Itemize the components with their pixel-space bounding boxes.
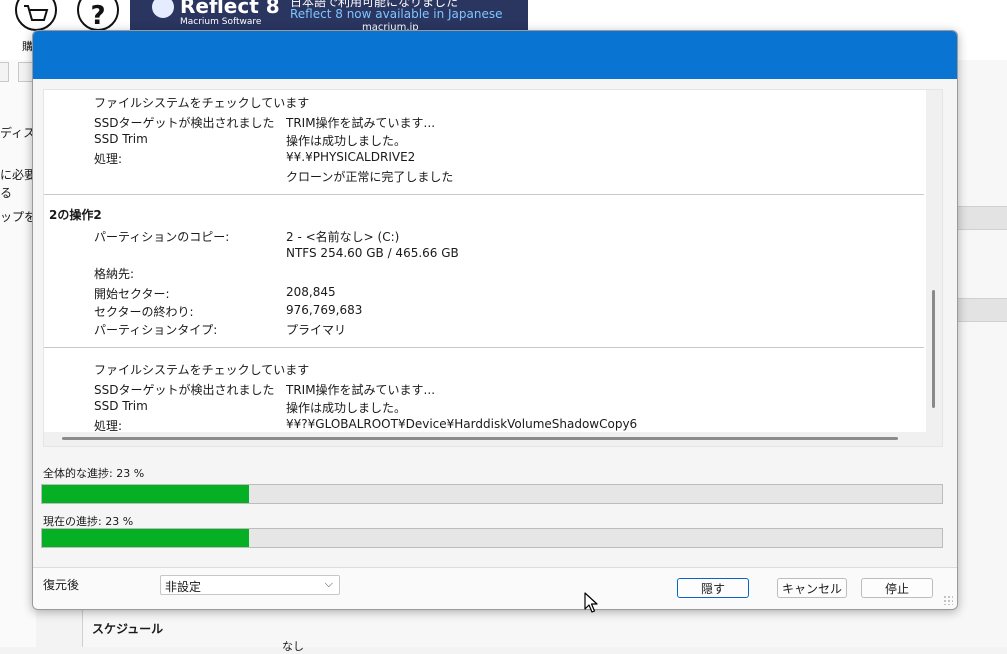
log-text: ファイルシステムをチェックしています xyxy=(94,363,310,377)
log-key: 開始セクター: xyxy=(94,287,170,301)
log-value: TRIM操作を試みています... xyxy=(286,116,436,130)
log-row: SSDターゲットが検出されました TRIM操作を試みています... xyxy=(44,379,926,397)
log-value: 976,769,683 xyxy=(286,303,363,317)
svg-text:?: ? xyxy=(90,1,105,31)
background-text: ップを xyxy=(0,210,37,224)
log-row: 格納先: xyxy=(44,263,926,281)
log-divider xyxy=(44,347,924,348)
operation-heading: 2の操作2 xyxy=(49,208,102,222)
log-row: 処理: ¥¥.¥PHYSICALDRIVE2 xyxy=(44,148,926,166)
current-progress-label: 現在の進捗: 23 % xyxy=(43,515,134,528)
log-value: ¥¥.¥PHYSICALDRIVE2 xyxy=(286,150,416,164)
clone-progress-dialog: ファイルシステムをチェックしています SSDターゲットが検出されました TRIM… xyxy=(32,30,958,610)
log-key: SSDターゲットが検出されました xyxy=(94,116,275,130)
log-row: ファイルシステムをチェックしています xyxy=(44,359,926,377)
background-left-panel xyxy=(0,60,36,647)
log-horizontal-scroll-thumb[interactable] xyxy=(62,437,898,440)
background-text: る xyxy=(0,186,13,200)
log-row: SSD Trim 操作は成功しました。 xyxy=(44,130,926,148)
chevron-down-icon: ⌵ xyxy=(324,577,333,590)
log-key: SSD Trim xyxy=(94,132,148,146)
log-value: 操作は成功しました。 xyxy=(286,134,407,148)
log-row: NTFS 254.60 GB / 465.66 GB xyxy=(44,244,926,262)
log-value: NTFS 254.60 GB / 465.66 GB xyxy=(286,246,459,260)
cancel-button[interactable]: キャンセル xyxy=(777,578,847,598)
log-vertical-scrollbar[interactable] xyxy=(926,90,942,432)
log-row: ファイルシステムをチェックしています xyxy=(44,92,926,110)
log-row: パーティションタイプ: プライマリ xyxy=(44,319,926,337)
log-row: 処理: ¥¥?¥GLOBALROOT¥Device¥HarddiskVolume… xyxy=(44,415,926,432)
background-tab[interactable] xyxy=(0,62,9,82)
log-row: セクターの終わり: 976,769,683 xyxy=(44,301,926,319)
banner-subtitle: Macrium Software xyxy=(180,17,262,27)
banner-news: Reflect 8 now available in Japanese xyxy=(290,7,503,21)
help-icon[interactable]: ? xyxy=(76,0,120,34)
log-horizontal-scrollbar[interactable] xyxy=(44,432,942,446)
log-value: TRIM操作を試みています... xyxy=(286,383,436,397)
dialog-footer: 復元後 非設定 ⌵ 隠す キャンセル 停止 xyxy=(33,568,957,609)
macrium-logo-icon xyxy=(152,0,174,18)
log-value: 208,845 xyxy=(286,285,336,299)
current-progress-fill xyxy=(42,529,249,547)
overall-progress-fill xyxy=(42,485,249,503)
log-row: SSDターゲットが検出されました TRIM操作を試みています... xyxy=(44,112,926,130)
background-right-panel xyxy=(956,60,1007,647)
log-value: ¥¥?¥GLOBALROOT¥Device¥HarddiskVolumeShad… xyxy=(286,417,638,431)
after-completion-select[interactable]: 非設定 ⌵ xyxy=(160,575,340,595)
log-key: セクターの終わり: xyxy=(94,305,194,319)
schedule-label: スケジュール xyxy=(92,622,164,636)
log-row: クローンが正常に完了しました xyxy=(44,166,926,184)
after-completion-label: 復元後 xyxy=(43,578,80,592)
overall-progress-label: 全体的な進捗: 23 % xyxy=(43,467,145,480)
overall-progress-bar xyxy=(41,484,943,504)
log-row: パーティションのコピー: 2 - <名前なし> (C:) xyxy=(44,226,926,244)
stop-button[interactable]: 停止 xyxy=(861,578,933,598)
log-key: パーティションのコピー: xyxy=(94,230,230,244)
background-row-bar xyxy=(956,298,1007,322)
current-progress-bar xyxy=(41,528,943,548)
mouse-cursor-icon xyxy=(584,592,598,613)
background-text: ディス xyxy=(0,126,36,140)
log-value: プライマリ xyxy=(286,323,347,337)
operation-log: ファイルシステムをチェックしています SSDターゲットが検出されました TRIM… xyxy=(43,89,943,447)
cart-icon[interactable] xyxy=(14,0,58,34)
background-text: に必要 xyxy=(0,168,37,182)
background-bottom-panel xyxy=(82,607,1007,647)
log-value: 操作は成功しました。 xyxy=(286,401,407,415)
schedule-value: なし xyxy=(282,640,304,653)
log-value: 2 - <名前なし> (C:) xyxy=(286,230,400,244)
promo-banner[interactable]: Reflect 8 Macrium Software 日本語で利用可能になりまし… xyxy=(130,0,528,34)
log-key: 処理: xyxy=(94,419,123,432)
operation-log-content: ファイルシステムをチェックしています SSDターゲットが検出されました TRIM… xyxy=(44,90,926,432)
log-key: SSD Trim xyxy=(94,399,148,413)
after-completion-value: 非設定 xyxy=(165,580,202,594)
log-value: クローンが正常に完了しました xyxy=(286,170,454,184)
resize-grip-icon[interactable] xyxy=(943,595,953,605)
log-key: SSDターゲットが検出されました xyxy=(94,383,275,397)
log-key: 格納先: xyxy=(94,267,135,281)
log-row: 開始セクター: 208,845 xyxy=(44,283,926,301)
dialog-titlebar[interactable] xyxy=(33,31,957,79)
log-key: 処理: xyxy=(94,152,123,166)
log-divider xyxy=(44,194,924,195)
log-row: SSD Trim 操作は成功しました。 xyxy=(44,397,926,415)
hide-button[interactable]: 隠す xyxy=(677,578,749,598)
log-key: パーティションタイプ: xyxy=(94,323,218,337)
banner-brand: Reflect 8 xyxy=(180,0,280,18)
log-text: ファイルシステムをチェックしています xyxy=(94,96,310,110)
log-vertical-scroll-thumb[interactable] xyxy=(932,290,935,408)
background-row-bar xyxy=(956,206,1007,230)
